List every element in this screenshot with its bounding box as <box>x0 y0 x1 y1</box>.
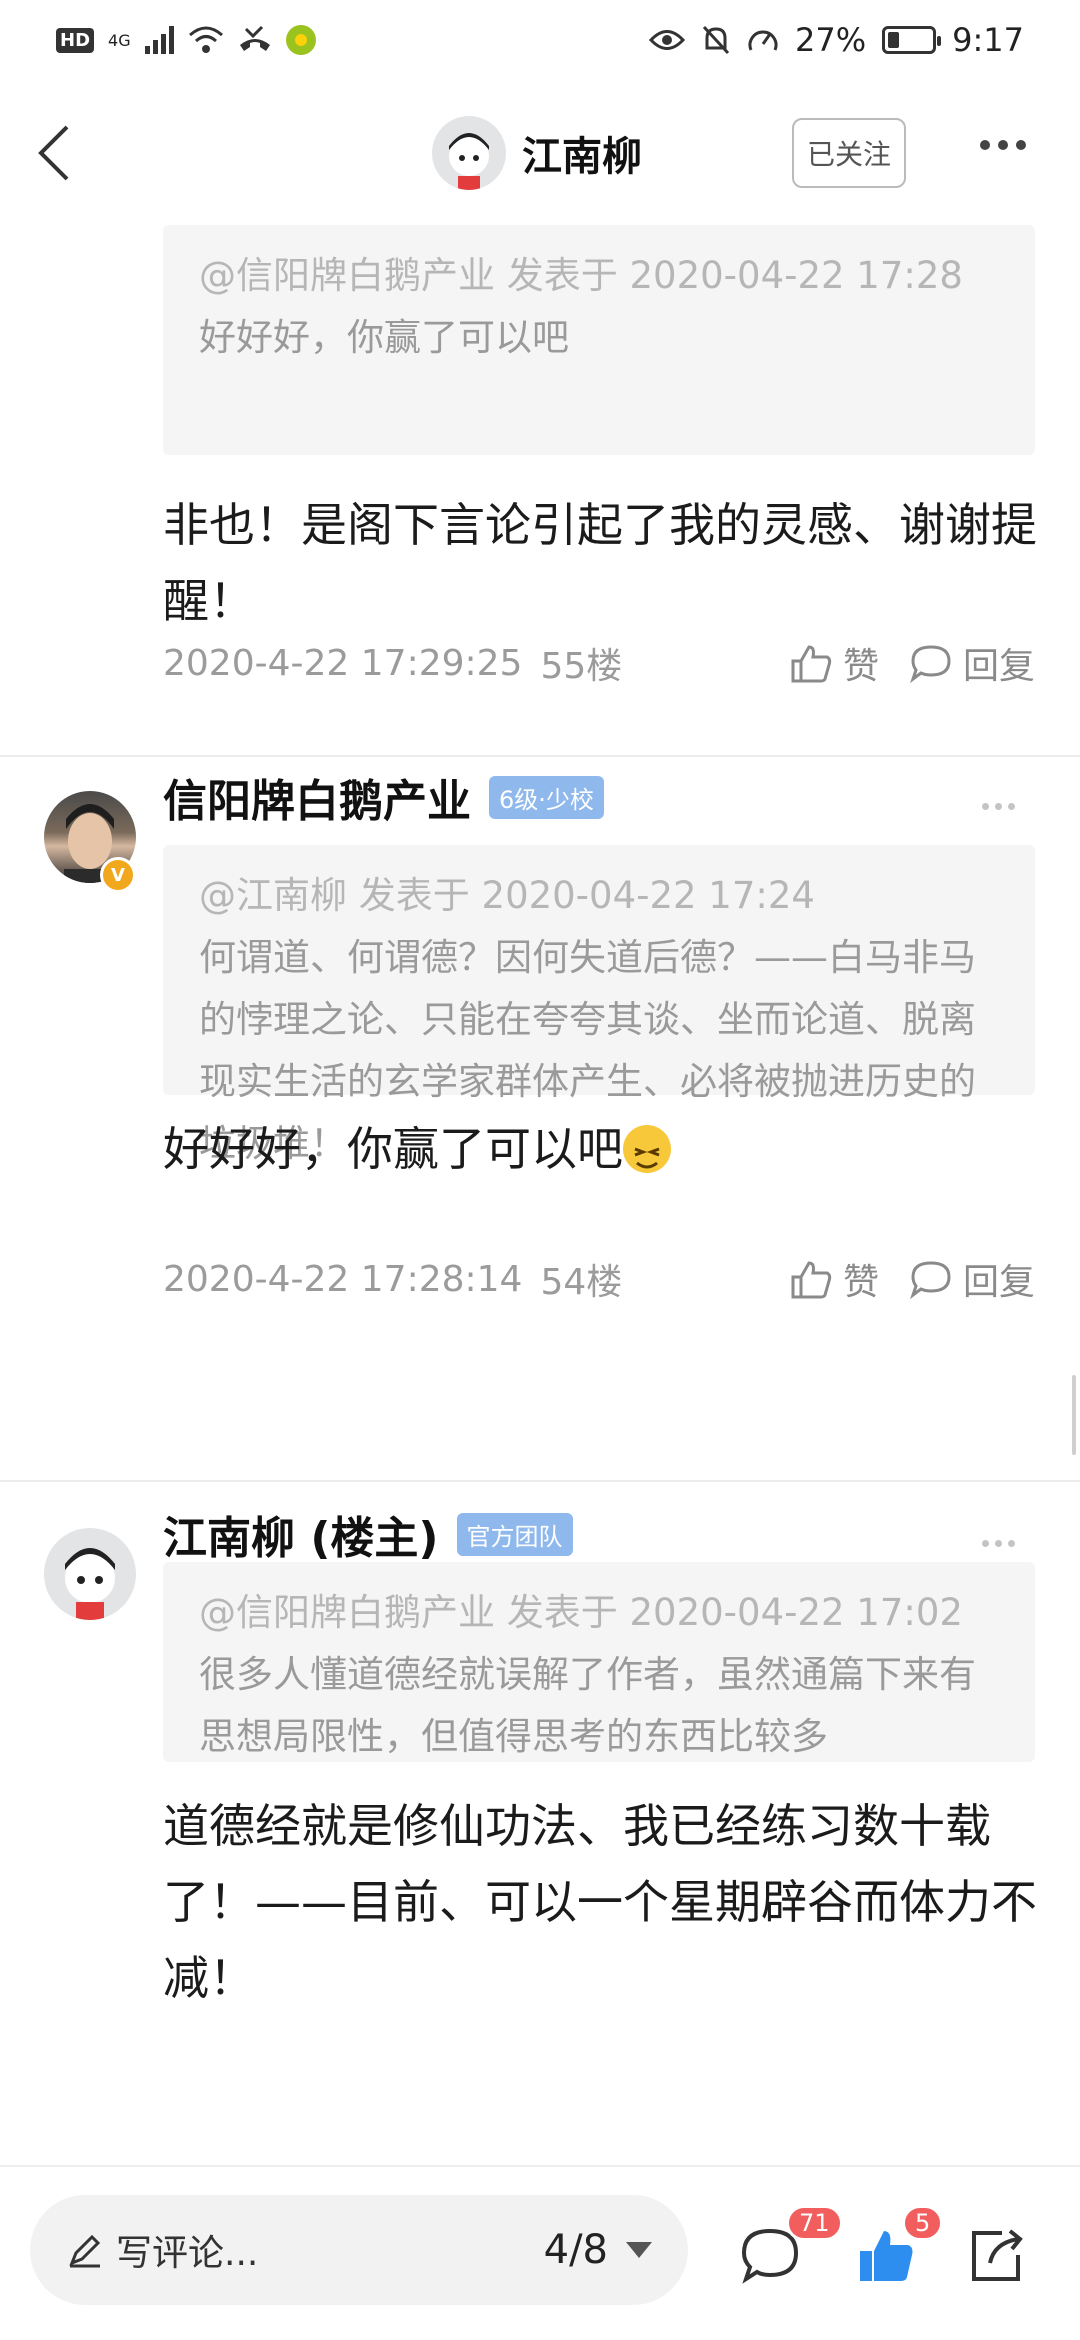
reply-button[interactable]: 回复 <box>909 637 1035 689</box>
header-user[interactable]: 江南柳 <box>432 116 642 190</box>
username-text: 信阳牌白鹅产业 <box>163 776 471 827</box>
list-item: @信阳牌白鹅产业 发表于 2020-04-22 17:28 好好好，你赢了可以吧… <box>0 225 1080 757</box>
comment-more-icon[interactable] <box>982 803 1015 810</box>
like-label: 赞 <box>842 1262 879 1303</box>
quote-body: 好好好，你赢了可以吧 <box>199 316 569 359</box>
floor-number: 54楼 <box>540 1262 623 1303</box>
scrollbar[interactable] <box>1072 1375 1076 1455</box>
comment-count-badge: 71 <box>786 2205 843 2241</box>
bottom-bar: 写评论... 4/8 71 5 <box>0 2165 1080 2340</box>
like-button[interactable]: 赞 <box>789 1253 879 1305</box>
share-icon <box>972 2229 1023 2281</box>
comment-text: 道德经就是修仙功法、我已经练习数十载了！——目前、可以一个星期辟谷而体力不减！ <box>163 1799 1037 2005</box>
avatar[interactable] <box>432 116 506 190</box>
page-selector[interactable]: 4/8 <box>544 2227 652 2273</box>
speed-icon <box>748 30 778 51</box>
chevron-down-icon <box>626 2242 652 2258</box>
clock: 9:17 <box>952 21 1024 59</box>
quoted-comment[interactable]: @信阳牌白鹅产业 发表于 2020-04-22 17:28 好好好，你赢了可以吧 <box>163 225 1035 455</box>
header: 江南柳 已关注 <box>0 80 1080 225</box>
page-title: 江南柳 <box>522 134 642 180</box>
comment-time: 2020-4-22 17:29:25 <box>163 642 523 684</box>
reply-icon <box>910 1261 951 1300</box>
comment-meta: 2020-4-22 17:28:14 54楼 赞 回复 <box>163 1253 1035 1305</box>
comment-text: 非也！是阁下言论引起了我的灵感、谢谢提醒！ <box>163 498 1037 628</box>
signal-icon <box>144 26 174 54</box>
reply-label: 回复 <box>962 1262 1035 1303</box>
hd-indicator: HD <box>56 27 95 53</box>
comment-placeholder: 写评论... <box>116 2233 259 2274</box>
more-icon[interactable] <box>980 140 1026 150</box>
like-button[interactable]: 赞 <box>789 637 879 689</box>
back-arrow-icon <box>38 125 69 181</box>
like-icon <box>791 1261 832 1299</box>
eye-icon <box>649 30 686 50</box>
comment-list[interactable]: @信阳牌白鹅产业 发表于 2020-04-22 17:28 好好好，你赢了可以吧… <box>0 225 1080 2165</box>
pen-icon <box>69 2234 101 2268</box>
reply-label: 回复 <box>962 646 1035 687</box>
page-indicator: 4/8 <box>543 2227 608 2273</box>
comment-meta: 2020-4-22 17:29:25 55楼 赞 回复 <box>163 637 1035 689</box>
floor-number: 55楼 <box>540 646 623 687</box>
comment-text: 好好好，你赢了可以吧 <box>163 1111 1043 1187</box>
mute-icon <box>702 25 730 55</box>
comment-more-icon[interactable] <box>982 1540 1015 1547</box>
username-text: 江南柳 (楼主) <box>163 1513 439 1564</box>
battery-icon <box>882 26 942 54</box>
share-button[interactable] <box>968 2225 1028 2285</box>
list-item: V 信阳牌白鹅产业 6级·少校 @江南柳 发表于 2020-04-22 17:2… <box>0 757 1080 1303</box>
level-badge: 6级·少校 <box>489 775 604 819</box>
avatar[interactable] <box>44 1528 136 1620</box>
username[interactable]: 信阳牌白鹅产业 6级·少校 <box>163 765 604 829</box>
battery-percent: 27% <box>795 21 867 59</box>
grin-emoji-icon <box>623 1124 671 1173</box>
quoted-comment[interactable]: @信阳牌白鹅产业 发表于 2020-04-22 17:02 很多人懂道德经就误解… <box>163 1562 1035 1762</box>
like-icon <box>791 645 832 683</box>
comment-text-content: 好好好，你赢了可以吧 <box>163 1122 623 1176</box>
username[interactable]: 江南柳 (楼主) 官方团队 <box>163 1502 573 1566</box>
follow-button[interactable]: 已关注 <box>792 118 906 188</box>
like-label: 赞 <box>842 646 879 687</box>
comment-input[interactable]: 写评论... 4/8 <box>30 2195 688 2305</box>
back-button[interactable] <box>24 118 84 188</box>
comment-time: 2020-4-22 17:28:14 <box>163 1258 523 1300</box>
team-badge: 官方团队 <box>456 1512 573 1556</box>
network-type: 4G <box>108 30 131 50</box>
quote-header: @江南柳 发表于 2020-04-22 17:24 <box>199 874 815 917</box>
like-count-badge: 5 <box>902 2205 944 2241</box>
status-bar: HD 4G 27% 9:17 <box>0 0 1080 80</box>
verified-badge: V <box>100 857 136 893</box>
wifi-icon <box>188 26 223 53</box>
quote-header: @信阳牌白鹅产业 发表于 2020-04-22 17:28 <box>199 254 963 297</box>
reply-button[interactable]: 回复 <box>909 1253 1035 1305</box>
reply-icon <box>910 645 951 684</box>
quote-body: 很多人懂道德经就误解了作者，虽然通篇下来有思想局限性，但值得思考的东西比较多 <box>199 1653 976 1758</box>
list-item: 江南柳 (楼主) 官方团队 @信阳牌白鹅产业 发表于 2020-04-22 17… <box>0 1482 1080 2165</box>
missed-call-icon <box>239 25 270 51</box>
quoted-comment[interactable]: @江南柳 发表于 2020-04-22 17:24 何谓道、何谓德？因何失道后德… <box>163 845 1035 1165</box>
quote-header: @信阳牌白鹅产业 发表于 2020-04-22 17:02 <box>199 1591 963 1634</box>
app-notification-icon <box>285 25 316 55</box>
